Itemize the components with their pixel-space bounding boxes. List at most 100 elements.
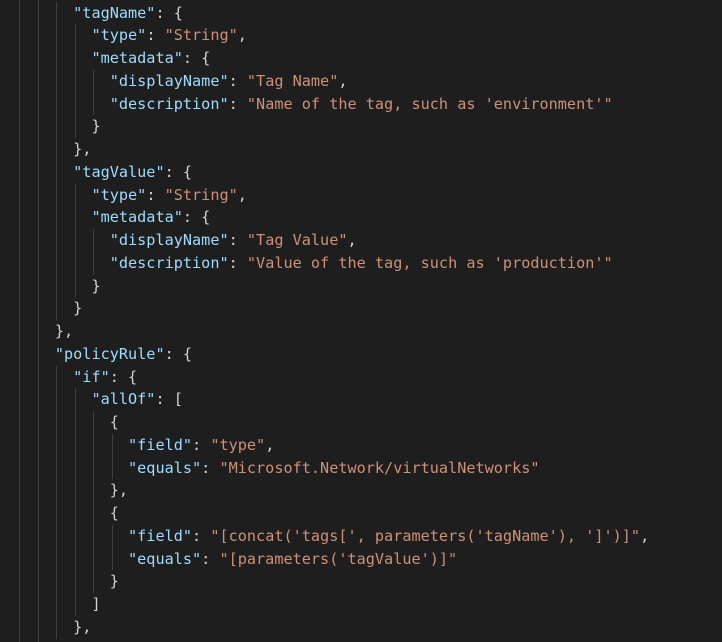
code-line[interactable]: "type": "String", <box>0 24 722 47</box>
code-line[interactable]: "if": { <box>0 366 722 389</box>
json-punctuation: : { <box>164 162 193 181</box>
json-key: "allOf" <box>91 390 156 409</box>
json-punctuation: }, <box>73 140 92 158</box>
json-punctuation: { <box>109 413 119 431</box>
json-punctuation: , <box>640 526 650 545</box>
json-punctuation: { <box>109 504 119 522</box>
json-string: "[parameters('tagValue')]" <box>219 549 458 568</box>
code-line[interactable]: } <box>0 297 722 320</box>
json-key: "displayName" <box>109 231 229 249</box>
code-line[interactable]: } <box>0 570 722 593</box>
json-punctuation: : { <box>109 367 138 386</box>
json-key: "metadata" <box>91 49 183 67</box>
json-punctuation: : <box>146 185 165 204</box>
json-string: "Microsoft.Network/virtualNetworks" <box>219 458 540 477</box>
json-key: "description" <box>109 94 229 113</box>
json-punctuation: , <box>265 435 275 454</box>
json-punctuation: } <box>73 299 83 318</box>
json-punctuation: : <box>228 253 247 272</box>
code-line[interactable]: "metadata": { <box>0 206 722 229</box>
json-string: "Name of the tag, such as 'environment'" <box>246 94 613 113</box>
code-line[interactable]: "equals": "Microsoft.Network/virtualNetw… <box>0 457 722 480</box>
json-punctuation: } <box>91 276 101 295</box>
json-punctuation: : <box>146 26 165 45</box>
json-punctuation: : { <box>182 49 211 67</box>
code-line[interactable]: "field": "[concat('tags[', parameters('t… <box>0 525 722 548</box>
json-key: "equals" <box>128 549 202 568</box>
code-line[interactable]: }, <box>0 616 722 639</box>
json-punctuation: , <box>338 71 348 90</box>
json-punctuation: } <box>109 572 119 591</box>
json-punctuation: : <box>201 458 220 477</box>
json-punctuation: : <box>228 71 247 90</box>
json-string: "Value of the tag, such as 'production'" <box>246 253 613 272</box>
code-line[interactable]: }, <box>0 138 722 161</box>
json-key: "field" <box>128 435 193 454</box>
code-line[interactable]: { <box>0 502 722 525</box>
json-punctuation: : <box>192 526 211 545</box>
code-line[interactable]: "displayName": "Tag Name", <box>0 70 722 93</box>
json-key: "policyRule" <box>54 344 165 363</box>
code-line[interactable]: "tagValue": { <box>0 161 722 184</box>
code-line[interactable]: "equals": "[parameters('tagValue')]" <box>0 548 722 571</box>
code-line[interactable]: "description": "Name of the tag, such as… <box>0 93 722 116</box>
code-line[interactable]: }, <box>0 479 722 502</box>
json-string: "String" <box>164 185 238 204</box>
json-punctuation: : [ <box>155 390 183 409</box>
json-punctuation: : <box>228 94 247 113</box>
code-line[interactable]: }, <box>0 320 722 343</box>
json-punctuation: , <box>347 231 357 249</box>
json-key: "type" <box>91 185 147 204</box>
json-punctuation: : { <box>164 344 193 363</box>
json-punctuation: , <box>237 26 247 45</box>
json-key: "equals" <box>128 458 202 477</box>
json-punctuation: }, <box>73 617 92 636</box>
json-punctuation: : { <box>155 3 183 22</box>
code-editor[interactable]: "tagName": { "type": "String", "metadata… <box>0 0 722 642</box>
json-string: "Tag Value" <box>246 231 348 249</box>
json-string: "[concat('tags[', parameters('tagName'),… <box>210 526 641 545</box>
code-line[interactable]: "description": "Value of the tag, such a… <box>0 252 722 275</box>
code-line[interactable]: } <box>0 275 722 298</box>
code-line[interactable]: "policyRule": { <box>0 343 722 366</box>
code-line[interactable]: } <box>0 115 722 138</box>
json-punctuation: }, <box>109 481 129 500</box>
code-line[interactable]: "allOf": [ <box>0 388 722 411</box>
json-punctuation: ] <box>91 595 101 613</box>
code-line[interactable]: "metadata": { <box>0 47 722 70</box>
code-line[interactable]: "field": "type", <box>0 434 722 457</box>
code-line[interactable]: "displayName": "Tag Value", <box>0 229 722 252</box>
json-punctuation: , <box>237 185 247 204</box>
json-key: "metadata" <box>91 208 183 227</box>
json-string: "Tag Name" <box>246 71 339 90</box>
code-line[interactable]: { <box>0 411 722 434</box>
code-line[interactable]: "type": "String", <box>0 184 722 207</box>
json-punctuation: : <box>228 231 247 249</box>
json-key: "type" <box>91 26 147 45</box>
code-line[interactable]: "tagName": { <box>0 2 722 25</box>
json-string: "type" <box>210 435 266 454</box>
json-key: "displayName" <box>109 71 229 90</box>
code-line[interactable]: ] <box>0 593 722 616</box>
